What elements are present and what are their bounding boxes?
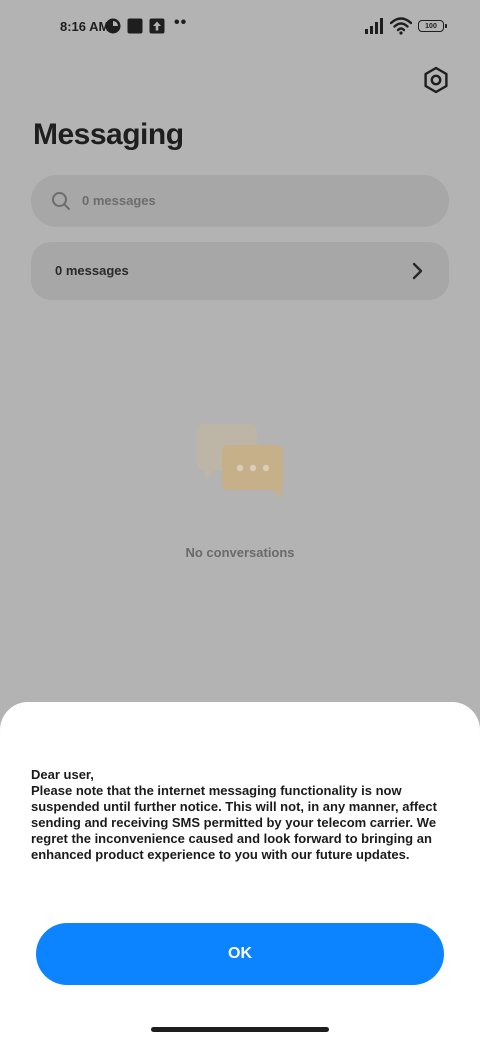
app-notification-icon	[105, 18, 121, 34]
search-icon	[52, 192, 70, 210]
wifi-icon	[390, 17, 412, 35]
more-notifications-dots: ••	[174, 14, 188, 31]
messaging-screen: 8:16 AM •• 100 Messaging 0 messages 0 me…	[0, 0, 480, 1040]
notice-body: Please note that the internet messaging …	[31, 783, 437, 862]
upload-icon	[149, 18, 165, 34]
messages-row-label: 0 messages	[55, 263, 129, 278]
status-bar: 8:16 AM •• 100	[0, 0, 480, 54]
square-notification-icon	[127, 18, 143, 34]
battery-icon: 100	[418, 20, 447, 32]
home-indicator[interactable]	[151, 1027, 329, 1032]
search-bar[interactable]: 0 messages	[31, 175, 449, 227]
battery-level: 100	[425, 22, 437, 30]
search-placeholder: 0 messages	[82, 193, 156, 208]
notice-message: Dear user, Please note that the internet…	[31, 767, 463, 863]
empty-state-text: No conversations	[185, 545, 295, 560]
status-time: 8:16 AM	[60, 19, 110, 34]
chevron-right-icon	[412, 262, 423, 280]
ok-button[interactable]: OK	[36, 923, 444, 985]
notice-greeting: Dear user,	[31, 767, 94, 782]
notice-bottom-sheet: Dear user, Please note that the internet…	[0, 702, 480, 1040]
chat-bubbles-icon	[197, 424, 283, 499]
signal-icon	[365, 18, 383, 34]
messages-row[interactable]: 0 messages	[31, 242, 449, 300]
page-title: Messaging	[33, 118, 184, 151]
settings-hexagon-icon[interactable]	[421, 65, 451, 95]
